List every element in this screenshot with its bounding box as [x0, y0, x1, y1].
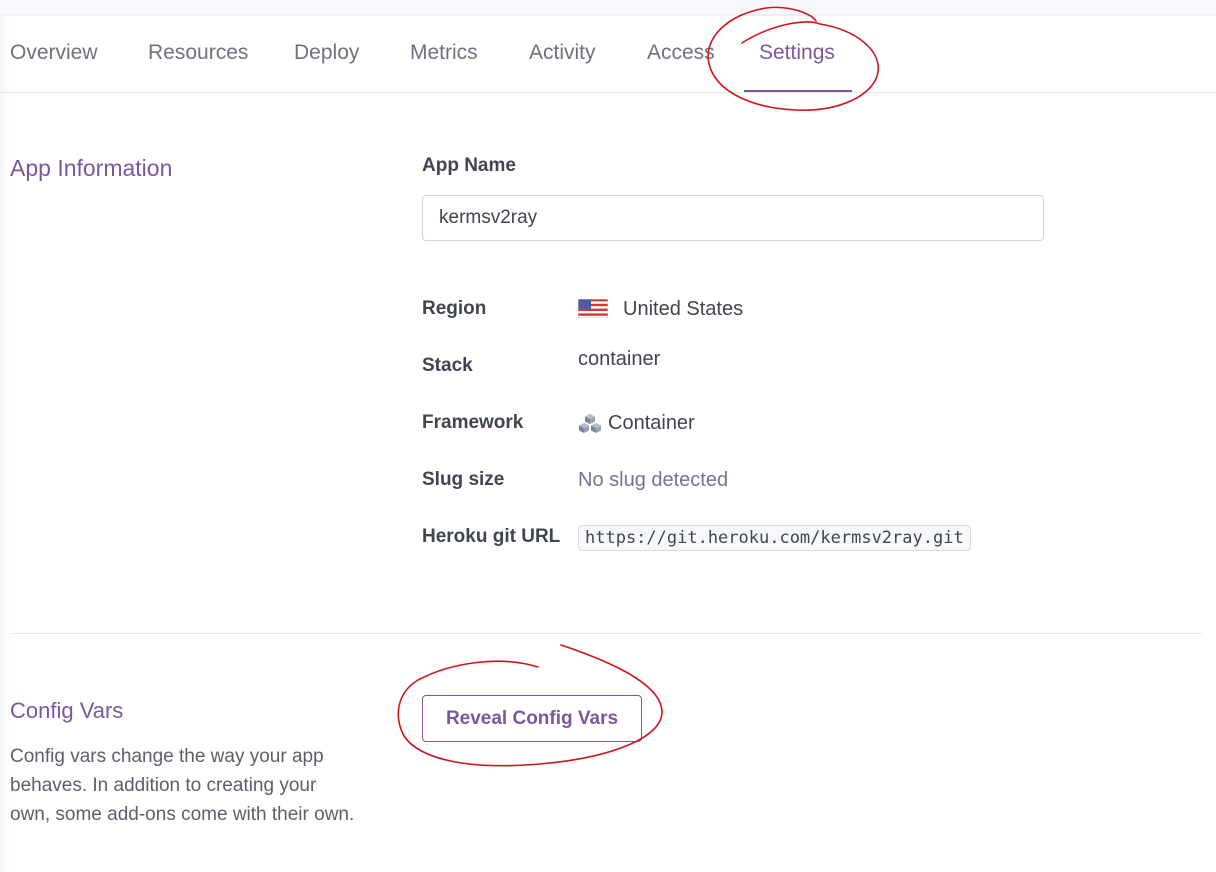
heroku-git-url-label: Heroku git URL — [422, 526, 561, 547]
left-edge-shade — [0, 16, 10, 872]
app-name-label: App Name — [422, 155, 516, 176]
stack-label: Stack — [422, 355, 473, 376]
tab-settings[interactable]: Settings — [759, 41, 835, 65]
top-strip — [0, 0, 1216, 14]
region-value: United States — [623, 298, 744, 320]
config-vars-heading: Config Vars — [10, 698, 124, 723]
active-tab-indicator — [744, 90, 852, 92]
tab-overview[interactable]: Overview — [10, 41, 98, 65]
config-vars-description: Config vars change the way your app beha… — [10, 746, 355, 825]
slug-size-value: No slug detected — [578, 469, 729, 491]
cubes-icon — [579, 414, 601, 433]
stack-value: container — [578, 348, 661, 370]
app-tab-bar: Overview Resources Deploy Metrics Activi… — [0, 17, 1216, 93]
app-name-input[interactable] — [422, 195, 1044, 241]
app-information-heading: App Information — [10, 155, 173, 181]
framework-label: Framework — [422, 412, 524, 433]
reveal-config-vars-button[interactable]: Reveal Config Vars — [422, 695, 642, 742]
section-divider — [10, 633, 1202, 634]
us-flag-icon — [578, 299, 608, 318]
tab-resources[interactable]: Resources — [148, 41, 248, 65]
slug-size-label: Slug size — [422, 469, 505, 490]
framework-value: Container — [608, 412, 695, 434]
tab-access[interactable]: Access — [647, 41, 715, 65]
tab-activity[interactable]: Activity — [529, 41, 596, 65]
tab-metrics[interactable]: Metrics — [410, 41, 478, 65]
region-label: Region — [422, 298, 487, 319]
heroku-git-url-value[interactable]: https://git.heroku.com/kermsv2ray.git — [578, 525, 971, 551]
top-strip-border — [0, 14, 1216, 16]
tab-deploy[interactable]: Deploy — [294, 41, 359, 65]
